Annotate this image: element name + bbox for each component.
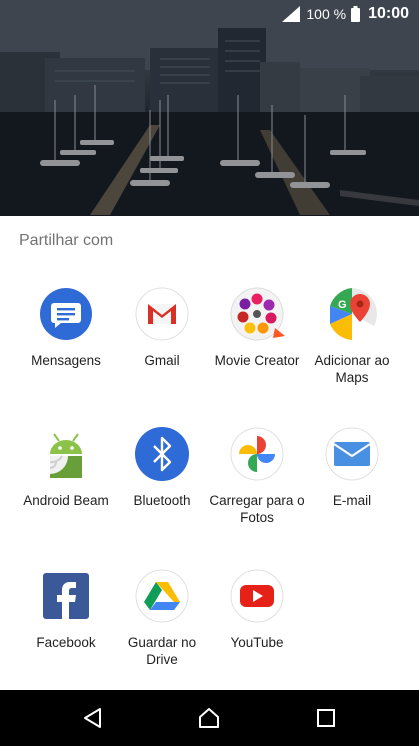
signal-icon: [282, 6, 301, 22]
svg-text:G: G: [338, 299, 347, 311]
back-button[interactable]: [77, 702, 109, 734]
share-target-mensagens[interactable]: Mensagens: [18, 286, 114, 369]
clock: 10:00: [368, 5, 409, 22]
messages-icon: [40, 288, 92, 340]
share-target-label: Bluetooth: [133, 493, 191, 508]
battery-percent: 100 %: [306, 6, 347, 22]
share-target-label: Adicionar ao Maps: [314, 353, 390, 385]
youtube-icon: [230, 569, 284, 623]
battery-icon: [351, 6, 361, 22]
background-dim-overlay: [0, 0, 419, 216]
share-target-label: Movie Creator: [214, 353, 300, 368]
email-icon: [325, 427, 379, 481]
share-target-label: Guardar no Drive: [127, 635, 197, 667]
share-target-youtube[interactable]: YouTube: [209, 568, 305, 651]
share-target-gmail[interactable]: Gmail: [114, 286, 210, 369]
share-target-maps[interactable]: G Adicionar ao Maps: [304, 286, 400, 386]
maps-icon: G: [326, 288, 378, 340]
share-target-bluetooth[interactable]: Bluetooth: [114, 426, 210, 509]
facebook-icon: [43, 573, 89, 619]
photos-icon: [230, 427, 284, 481]
share-target-movie-creator[interactable]: Movie Creator: [209, 286, 305, 369]
share-target-photos[interactable]: Carregar para o Fotos: [209, 426, 305, 526]
share-target-label: E-mail: [332, 493, 372, 508]
share-target-label: Facebook: [36, 635, 96, 650]
share-target-label: Mensagens: [31, 353, 101, 368]
bluetooth-icon: [135, 427, 189, 481]
share-target-email[interactable]: E-mail: [304, 426, 400, 509]
gmail-icon: [135, 287, 189, 341]
share-sheet: Partilhar com Mensagens Gmail Movie Crea…: [0, 216, 419, 690]
background-photo[interactable]: [0, 0, 419, 216]
movie-creator-icon: [230, 287, 285, 341]
share-target-label: Carregar para o Fotos: [209, 493, 305, 525]
home-icon: [199, 708, 219, 728]
share-sheet-title: Partilhar com: [19, 232, 114, 249]
share-target-drive[interactable]: Guardar no Drive: [114, 568, 210, 668]
android-beam-icon: [49, 433, 82, 478]
drive-icon: [135, 569, 189, 623]
share-screen: 100 % 10:00 Partilhar com Mensagens Gmai…: [0, 0, 419, 746]
share-target-label: Android Beam: [23, 493, 109, 508]
status-bar: 100 % 10:00: [0, 0, 419, 28]
home-button[interactable]: [193, 702, 225, 734]
recents-button[interactable]: [310, 702, 342, 734]
back-icon: [84, 708, 101, 728]
share-target-facebook[interactable]: Facebook: [18, 568, 114, 651]
navigation-bar: [0, 690, 419, 746]
share-target-label: Gmail: [144, 353, 180, 368]
recents-icon: [317, 709, 335, 727]
share-target-label: YouTube: [230, 635, 284, 650]
share-target-android-beam[interactable]: Android Beam: [18, 426, 114, 509]
